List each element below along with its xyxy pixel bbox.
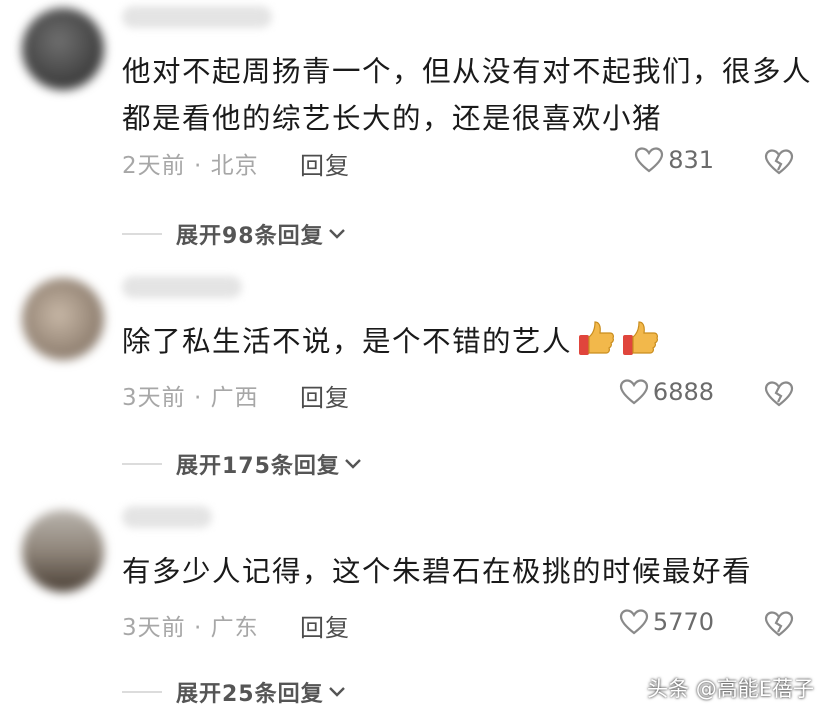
comment-text: 有多少人记得，这个朱碧石在极挑的时候最好看 xyxy=(122,555,753,588)
like-count: 6888 xyxy=(652,378,714,406)
like-button[interactable]: 831 xyxy=(634,146,714,174)
like-count: 5770 xyxy=(652,608,714,636)
divider xyxy=(122,233,162,235)
chevron-down-icon xyxy=(328,687,345,697)
divider xyxy=(122,691,162,693)
expand-replies-button[interactable]: 展开175条回复 xyxy=(122,448,362,480)
avatar[interactable] xyxy=(22,278,104,360)
reply-button[interactable]: 回复 xyxy=(300,608,350,643)
chevron-down-icon xyxy=(345,459,361,469)
reply-button[interactable]: 回复 xyxy=(300,146,350,181)
thumbs-up-icon xyxy=(579,321,615,355)
broken-heart-icon[interactable] xyxy=(764,610,794,638)
broken-heart-icon[interactable] xyxy=(764,148,794,176)
avatar[interactable] xyxy=(22,8,104,90)
divider xyxy=(122,463,162,465)
username[interactable] xyxy=(122,276,242,298)
broken-heart-icon[interactable] xyxy=(764,380,794,408)
reply-button[interactable]: 回复 xyxy=(300,378,350,413)
username[interactable] xyxy=(122,6,272,28)
heart-icon xyxy=(619,379,649,405)
heart-icon xyxy=(635,147,664,173)
comment-meta: 2天前 · 北京 xyxy=(122,153,259,179)
comment-text: 除了私生活不说，是个不错的艺人 xyxy=(122,318,812,365)
like-count: 831 xyxy=(668,146,714,174)
heart-icon xyxy=(619,609,649,635)
like-button[interactable]: 5770 xyxy=(619,608,714,636)
username[interactable] xyxy=(122,506,212,528)
expand-replies-label: 展开98条回复 xyxy=(176,224,324,249)
thumbs-up-icon xyxy=(623,321,659,355)
expand-replies-button[interactable]: 展开25条回复 xyxy=(122,676,346,708)
watermark: 头条 @高能E蓓子 xyxy=(647,677,814,701)
comment-meta: 3天前 · 广东 xyxy=(122,615,259,641)
expand-replies-label: 展开175条回复 xyxy=(176,454,340,479)
expand-replies-label: 展开25条回复 xyxy=(176,682,324,707)
comment-text: 他对不起周扬青一个，但从没有对不起我们，很多人都是看他的综艺长大的，还是很喜欢小… xyxy=(122,55,813,135)
comment-text-body: 除了私生活不说，是个不错的艺人 xyxy=(122,325,573,358)
expand-replies-button[interactable]: 展开98条回复 xyxy=(122,218,346,250)
chevron-down-icon xyxy=(328,229,345,239)
avatar[interactable] xyxy=(22,510,104,592)
like-button[interactable]: 6888 xyxy=(619,378,714,406)
comment-meta: 3天前 · 广西 xyxy=(122,385,259,411)
